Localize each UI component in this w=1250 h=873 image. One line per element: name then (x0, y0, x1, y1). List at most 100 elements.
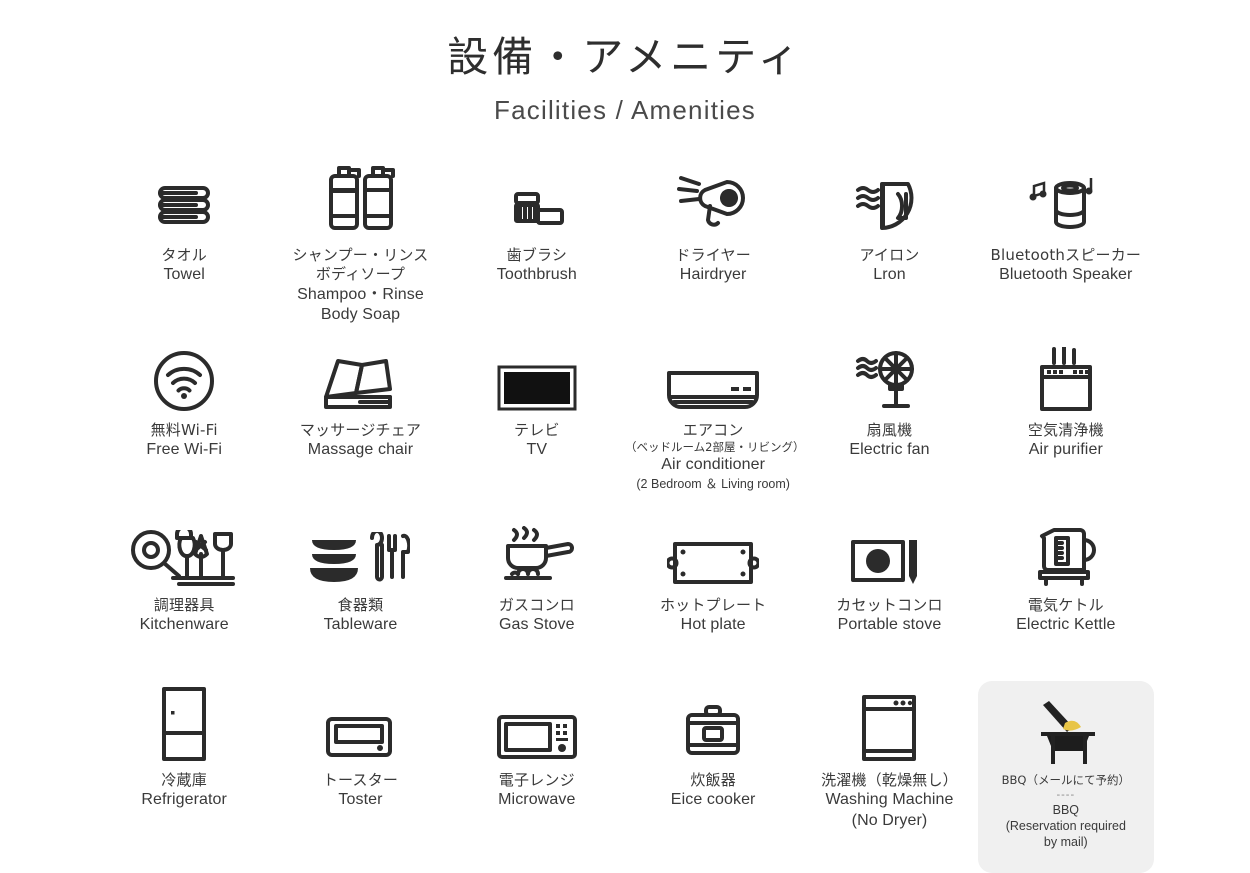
label-ja: 電気ケトル (1027, 596, 1104, 615)
shampoo-bottles-icon (317, 162, 403, 238)
page-header: 設備・アメニティ Facilities / Amenities (0, 0, 1250, 126)
label-ja: テレビ (514, 421, 560, 440)
amenity-labels: 洗濯機（乾燥無し） Washing Machine (No Dryer) (821, 771, 958, 831)
amenity-labels: テレビ TV (514, 421, 560, 461)
label-ja: 空気清浄機 (1027, 421, 1104, 440)
label-ja: BBQ（メールにて予約） (1001, 773, 1130, 788)
massage-chair-icon (316, 337, 404, 413)
label-en: Hot plate (680, 616, 746, 634)
amenity-labels: ホットプレート Hot plate (660, 596, 766, 636)
amenity-labels: ドライヤー Hairdryer (675, 246, 751, 286)
amenity-item-refrigerator: 冷蔵庫 Refrigerator (96, 681, 272, 856)
label-en-2: Body Soap (320, 305, 401, 323)
amenity-item-washing-machine: 洗濯機（乾燥無し） Washing Machine (No Dryer) (801, 681, 977, 856)
label-ja: シャンプー・リンス (292, 246, 429, 265)
label-en-2: (Reservation required (1005, 819, 1126, 834)
amenity-item-air-conditioner: エアコン （ベッドルーム2部屋・リビング） Air conditioner (2… (624, 331, 805, 506)
refrigerator-icon (156, 687, 212, 763)
bluetooth-speaker-icon (1028, 162, 1104, 238)
label-en-sub: (2 Bedroom ＆ Living room) (636, 476, 790, 491)
label-en: Hairdryer (679, 266, 747, 284)
label-ja-sub: （ベッドルーム2部屋・リビング） (624, 440, 805, 455)
washing-machine-icon (858, 687, 920, 763)
toaster-icon (322, 687, 398, 763)
label-en: Air conditioner (661, 456, 766, 474)
label-en: Air purifier (1028, 441, 1103, 459)
label-ja: エアコン (682, 421, 744, 440)
air-purifier-icon (1030, 337, 1102, 413)
label-en: Gas Stove (499, 616, 575, 634)
amenity-labels: トースター Toster (323, 771, 398, 811)
amenity-labels: 扇風機 Electric fan (849, 421, 929, 461)
amenity-labels: アイロン Lron (859, 246, 919, 286)
amenity-labels: ガスコンロ Gas Stove (499, 596, 575, 636)
amenity-labels: 食器類 Tableware (324, 596, 398, 636)
label-en: Electric Kettle (1016, 616, 1116, 634)
label-ja: 無料Wi-Fi (150, 421, 218, 440)
amenity-item-hairdryer: ドライヤー Hairdryer (625, 156, 801, 331)
label-ja: 扇風機 (866, 421, 913, 440)
label-en: Portable stove (837, 616, 942, 634)
label-en: Free Wi-Fi (146, 441, 222, 459)
microwave-icon (495, 687, 579, 763)
label-ja: 電子レンジ (498, 771, 575, 790)
label-ja: カセットコンロ (836, 596, 943, 615)
kitchenware-icon (129, 512, 239, 588)
amenity-labels: 電子レンジ Microwave (498, 771, 575, 811)
label-ja: マッサージチェア (299, 421, 422, 440)
amenity-labels: カセットコンロ Portable stove (836, 596, 942, 636)
page-title-ja: 設備・アメニティ (447, 33, 803, 81)
amenity-item-bbq[interactable]: BBQ（メールにて予約） ---- BBQ (Reservation requi… (977, 681, 1154, 873)
label-ja: 食器類 (337, 596, 384, 615)
amenity-item-shampoo: シャンプー・リンス ボディソープ Shampoo・Rinse Body Soap (272, 156, 448, 331)
amenity-item-massage-chair: マッサージチェア Massage chair (272, 331, 448, 506)
label-en: Toster (338, 791, 383, 809)
amenity-item-tableware: 食器類 Tableware (272, 506, 448, 681)
label-ja: アイロン (859, 246, 920, 265)
amenities-grid: タオル Towel シャンプー・リンス ボディソープ Shampoo・Rinse… (0, 156, 1250, 873)
amenity-item-portable-stove: カセットコンロ Portable stove (801, 506, 977, 681)
wifi-icon (152, 337, 216, 413)
hairdryer-icon (675, 162, 751, 238)
amenity-item-rice-cooker: 炊飯器 Eice cooker (625, 681, 801, 856)
amenity-labels: タオル Towel (161, 246, 207, 286)
label-en: Microwave (498, 791, 576, 809)
amenity-labels: 歯ブラシ Toothbrush (497, 246, 577, 286)
air-conditioner-icon (665, 337, 761, 413)
page-subtitle-en: Facilities / Amenities (494, 95, 756, 126)
label-en: Lron (873, 266, 906, 284)
amenity-item-towel: タオル Towel (96, 156, 272, 331)
hot-plate-icon (667, 512, 760, 588)
amenity-labels: 調理器具 Kitchenware (140, 596, 229, 636)
amenity-item-bluetooth-speaker: Bluetoothスピーカー Bluetooth Speaker (978, 156, 1154, 331)
portable-stove-icon (849, 512, 929, 588)
amenity-item-toothbrush: 歯ブラシ Toothbrush (449, 156, 625, 331)
label-en: TV (526, 441, 548, 459)
amenity-item-microwave: 電子レンジ Microwave (449, 681, 625, 856)
label-ja: トースター (322, 771, 399, 790)
label-ja-2: ボディソープ (315, 265, 406, 284)
label-ja: ホットプレート (659, 596, 767, 615)
label-en-3: by mail) (1043, 835, 1088, 850)
label-en: Kitchenware (139, 616, 229, 634)
label-ja: 歯ブラシ (506, 246, 568, 265)
amenity-labels: 空気清浄機 Air purifier (1028, 421, 1104, 461)
amenity-item-toaster: トースター Toster (272, 681, 448, 856)
amenity-labels: 電気ケトル Electric Kettle (1016, 596, 1115, 636)
bbq-grill-icon (1025, 695, 1107, 765)
amenity-labels: 炊飯器 Eice cooker (671, 771, 756, 811)
label-en: Toothbrush (496, 266, 577, 284)
label-ja: 洗濯機（乾燥無し） (821, 771, 958, 790)
amenity-labels: Bluetoothスピーカー Bluetooth Speaker (991, 246, 1142, 286)
amenity-item-wifi: 無料Wi-Fi Free Wi-Fi (96, 331, 272, 506)
label-en: Tableware (323, 616, 398, 634)
amenity-item-tv: テレビ TV (449, 331, 625, 506)
label-ja: 炊飯器 (690, 771, 736, 790)
amenity-labels: 冷蔵庫 Refrigerator (141, 771, 227, 811)
label-ja: ドライヤー (675, 246, 751, 265)
label-ja: ガスコンロ (498, 596, 575, 615)
label-en-2: (No Dryer) (851, 811, 928, 829)
iron-icon (852, 162, 926, 238)
label-en: Electric fan (849, 441, 930, 459)
amenity-item-iron: アイロン Lron (801, 156, 977, 331)
